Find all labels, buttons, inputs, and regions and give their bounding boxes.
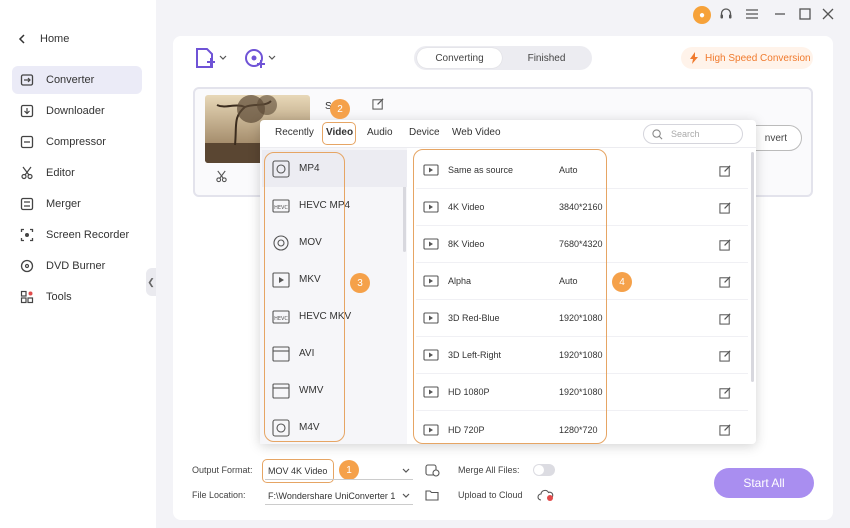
format-list-highlight [264, 152, 345, 442]
tab-device[interactable]: Device [409, 127, 440, 138]
file-location-value: F:\Wondershare UniConverter 1 [268, 490, 396, 501]
edit-preset-icon [719, 312, 731, 325]
sidebar-item-label: DVD Burner [46, 260, 106, 272]
upload-to-cloud-label: Upload to Cloud [458, 490, 523, 500]
sidebar-item-downloader[interactable]: Downloader [12, 97, 142, 125]
sidebar-item-dvd-burner[interactable]: DVD Burner [12, 252, 142, 280]
sidebar-item-label: Downloader [46, 105, 105, 117]
sidebar-item-compressor[interactable]: Compressor [12, 128, 142, 156]
screen-recorder-icon [19, 227, 35, 243]
home-label: Home [40, 33, 70, 45]
video-tab-highlight [322, 122, 356, 145]
sidebar-item-label: Merger [46, 198, 81, 210]
add-dvd-button[interactable] [243, 47, 277, 69]
sidebar: Home Converter Downloader Compressor Edi… [0, 0, 156, 528]
edit-preset-icon [719, 349, 731, 362]
merge-all-files-label: Merge All Files: [458, 465, 520, 475]
sidebar-item-label: Compressor [46, 136, 106, 148]
downloader-icon [19, 103, 35, 119]
menu-icon[interactable] [744, 6, 760, 22]
search-input[interactable]: Search [643, 124, 743, 144]
edit-preset-icon [719, 424, 731, 436]
sidebar-item-label: Editor [46, 167, 75, 179]
user-avatar-icon[interactable]: ● [693, 6, 711, 24]
toggle-knob [534, 465, 544, 475]
lightning-icon [689, 52, 699, 64]
step-badge-3: 3 [350, 273, 370, 293]
home-link[interactable]: Home [18, 33, 69, 45]
dvd-burner-icon [19, 258, 35, 274]
high-speed-conversion-toggle[interactable]: High Speed Conversion [681, 47, 813, 69]
cloud-icon[interactable] [537, 489, 555, 502]
convert-label: nvert [764, 132, 787, 144]
sidebar-item-screen-recorder[interactable]: Screen Recorder [12, 221, 142, 249]
converter-icon [19, 72, 35, 88]
search-icon [652, 128, 663, 140]
resolution-list-highlight [413, 149, 607, 444]
folder-icon[interactable] [425, 489, 439, 501]
tab-web-video[interactable]: Web Video [452, 127, 501, 138]
merger-icon [19, 196, 35, 212]
editor-icon [19, 165, 35, 181]
add-file-button[interactable] [194, 47, 228, 69]
headset-icon[interactable] [718, 6, 734, 22]
compressor-icon [19, 134, 35, 150]
high-speed-label: High Speed Conversion [705, 52, 811, 64]
step-badge-2: 2 [330, 99, 350, 119]
output-format-label: Output Format: [192, 465, 253, 475]
sidebar-item-converter[interactable]: Converter [12, 66, 142, 94]
search-placeholder: Search [671, 129, 700, 139]
file-location-label: File Location: [192, 490, 246, 500]
sidebar-item-label: Screen Recorder [46, 229, 130, 241]
edit-preset-icon [719, 238, 731, 251]
merge-toggle[interactable] [533, 464, 555, 476]
tab-finished[interactable]: Finished [504, 48, 589, 68]
edit-preset-icon [719, 164, 731, 177]
resolution-scrollbar[interactable] [751, 152, 754, 382]
sidebar-item-label: Tools [46, 291, 72, 303]
edit-preset-icon [719, 201, 731, 214]
close-icon[interactable] [820, 6, 836, 22]
chevron-left-icon: ❮ [147, 276, 155, 287]
file-location-select[interactable]: F:\Wondershare UniConverter 1 [265, 487, 413, 505]
view-tabs: Converting Finished [414, 46, 592, 70]
output-format-select[interactable]: MOV 4K Video [265, 462, 413, 480]
minimize-icon[interactable] [772, 6, 788, 22]
output-settings-icon[interactable] [425, 463, 440, 477]
sidebar-item-merger[interactable]: Merger [12, 190, 142, 218]
edit-preset-icon [719, 275, 731, 288]
chevron-down-icon [402, 493, 410, 499]
sidebar-item-tools[interactable]: Tools [12, 283, 142, 311]
step-badge-4: 4 [612, 272, 632, 292]
trim-icon[interactable] [215, 170, 228, 183]
tab-audio[interactable]: Audio [367, 127, 393, 138]
tab-converting[interactable]: Converting [417, 48, 502, 68]
chevron-left-icon [18, 34, 26, 44]
sidebar-item-editor[interactable]: Editor [12, 159, 142, 187]
maximize-icon[interactable] [797, 6, 813, 22]
edit-name-icon[interactable] [372, 97, 385, 110]
chevron-down-icon [402, 468, 410, 474]
start-all-button[interactable]: Start All [714, 468, 814, 498]
edit-preset-icon [719, 386, 731, 399]
collapse-sidebar-button[interactable]: ❮ [146, 268, 156, 296]
output-format-value: MOV 4K Video [268, 465, 328, 476]
tab-recently[interactable]: Recently [275, 127, 314, 138]
tools-icon [19, 289, 35, 305]
sidebar-item-label: Converter [46, 74, 95, 86]
